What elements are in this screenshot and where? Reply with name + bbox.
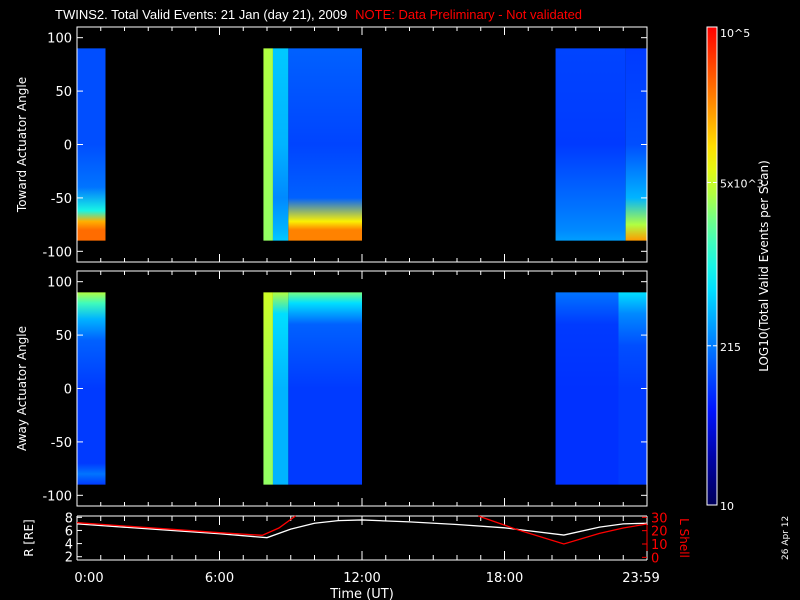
colorbar-tick-label: 10^5 (720, 27, 750, 40)
l-shell-axis-label: L Shell (677, 518, 691, 558)
colorbar-tick-label: 215 (720, 341, 741, 354)
y-tick-label: -50 (51, 192, 72, 207)
l-shell-tick-label: 30 (651, 511, 668, 526)
toward-data-block (263, 48, 273, 241)
l-shell-tick-label: 20 (651, 525, 668, 540)
y-tick-label: 100 (47, 32, 72, 47)
toward-data-block (555, 48, 626, 241)
away-data-block (555, 292, 619, 485)
away-data-block (272, 292, 289, 485)
x-tick-label: 18:00 (486, 571, 523, 586)
r-tick-label: 2 (65, 551, 73, 566)
orbit-panel: 2468 0102030 0:00 6:00 12:00 18:00 23:59 Time (… (22, 511, 691, 600)
r-tick-label: 8 (65, 511, 73, 526)
r-axis-label: R [RE] (22, 519, 36, 556)
x-tick-label: 12:00 (343, 571, 380, 586)
y-tick-label: 0 (64, 383, 72, 398)
l-shell-tick-label: 10 (651, 538, 668, 553)
colorbar-scale (706, 26, 718, 506)
l-shell-tick-label: 0 (651, 551, 659, 566)
y-tick-label: 50 (55, 85, 72, 100)
colorbar-tick-label: 10 (720, 500, 734, 513)
y-tick-label: -100 (42, 489, 72, 504)
r-tick-label: 6 (65, 524, 73, 539)
toward-data-block (288, 48, 362, 241)
x-tick-label: 0:00 (74, 571, 103, 586)
x-axis-label: Time (UT) (329, 587, 394, 600)
colorbar: 102155x10^310^5LOG10(Total Valid Events … (706, 26, 771, 513)
y-tick-label: 100 (47, 276, 72, 291)
away-panel: 100 50 0 -50 -100 Away Actuator Angle (15, 270, 648, 507)
colorbar-label: LOG10(Total Valid Events per Scan) (757, 160, 771, 372)
away-data-block (288, 292, 362, 485)
toward-y-label: Toward Actuator Angle (15, 77, 29, 213)
twins-plot: 100500-50-100Toward Actuator Angle100500… (15, 26, 791, 600)
away-data-block (263, 292, 273, 485)
away-y-label: Away Actuator Angle (15, 326, 29, 451)
l-shell-line (478, 515, 648, 545)
y-tick-label: -100 (42, 245, 72, 260)
x-tick-label: 23:59 (622, 571, 659, 586)
toward-data-block (272, 48, 289, 241)
x-tick-label: 6:00 (205, 571, 234, 586)
y-tick-label: 0 (64, 139, 72, 154)
r-tick-label: 4 (65, 538, 73, 553)
y-tick-label: -50 (51, 436, 72, 451)
y-tick-label: 50 (55, 329, 72, 344)
date-stamp: 26 Apr 12 (781, 516, 791, 560)
toward-panel: 100 50 0 -50 -100 Toward Actuator Angle (15, 26, 648, 263)
